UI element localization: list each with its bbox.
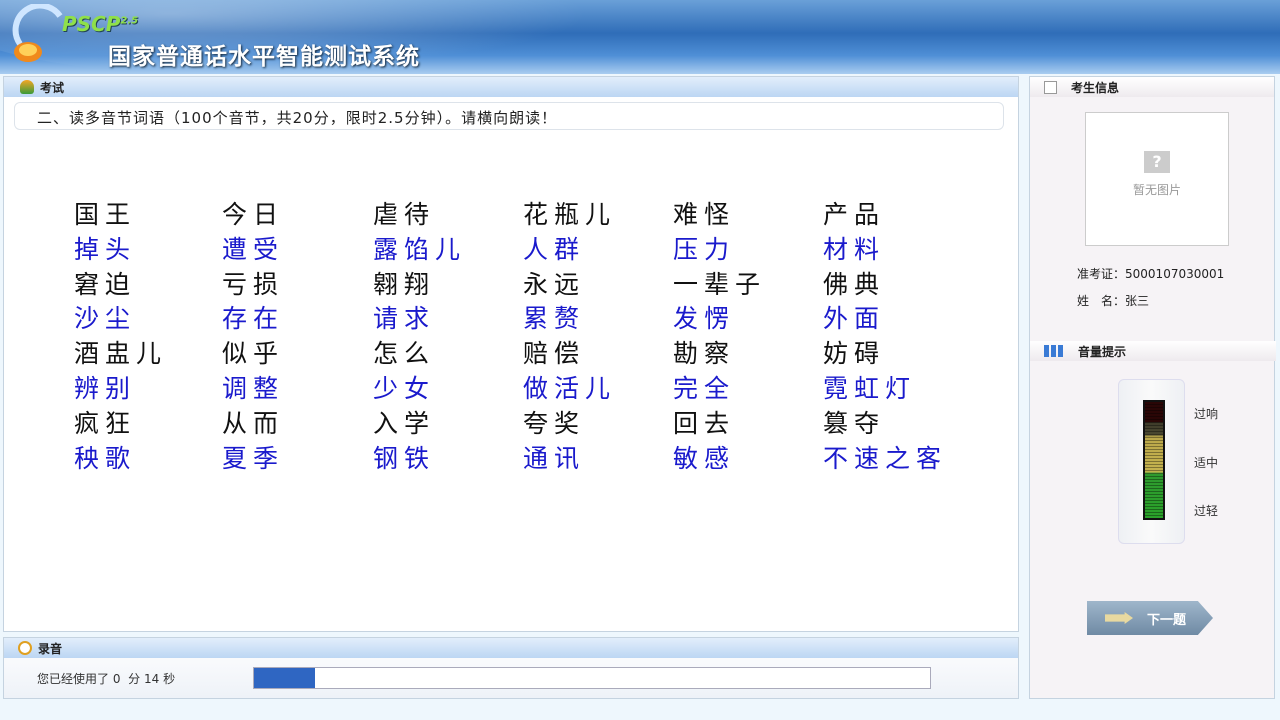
word-item: 存在 [222, 304, 285, 334]
recording-progress-bar [253, 667, 931, 689]
image-placeholder-icon: ? [1144, 151, 1170, 173]
word-item: 夏季 [222, 443, 285, 473]
next-question-button[interactable]: 下一题 [1087, 601, 1213, 635]
volume-label-quiet: 过轻 [1194, 504, 1219, 518]
word-item: 敏感 [673, 443, 736, 473]
word-item: 勘察 [673, 339, 736, 369]
candidate-panel-title: 考生信息 [1071, 80, 1120, 95]
word-item: 压力 [673, 234, 736, 264]
word-item: 亏损 [222, 269, 285, 299]
volume-meter [1143, 400, 1165, 520]
volume-label-loud: 过响 [1194, 407, 1219, 421]
word-item: 发愣 [673, 304, 736, 334]
word-item: 翱翔 [373, 269, 436, 299]
volume-meter-box [1118, 379, 1185, 544]
next-button-label: 下一题 [1147, 612, 1187, 628]
word-item: 似乎 [222, 339, 285, 369]
photo-placeholder-text: 暂无图片 [1132, 183, 1181, 197]
exam-id: 准考证：5000107030001 [1077, 267, 1225, 281]
word-item: 辨别 [74, 374, 137, 403]
word-item: 永远 [523, 269, 586, 299]
word-item: 怎么 [373, 339, 436, 369]
word-item: 篡夺 [823, 408, 886, 438]
word-item: 外面 [823, 304, 886, 334]
candidate-name: 姓 名：张三 [1077, 294, 1150, 308]
exam-panel-title: 考试 [40, 80, 65, 95]
word-item: 霓虹灯 [823, 374, 917, 403]
word-item: 一辈子 [673, 269, 767, 299]
word-item: 露馅儿 [373, 234, 467, 264]
headset-logo-icon [12, 4, 63, 62]
brand-logo: PSCP2.5 [62, 12, 139, 36]
volume-panel-header: 音量提示 [1030, 341, 1276, 361]
word-item: 赔偿 [523, 339, 586, 369]
word-item: 窘迫 [74, 269, 137, 299]
word-item: 夸奖 [523, 408, 586, 438]
word-item: 今日 [222, 200, 285, 229]
word-item: 沙尘 [74, 304, 137, 334]
progress-fill [254, 668, 315, 688]
candidate-panel-header: 考生信息 [1030, 77, 1274, 97]
arrow-right-icon [1105, 612, 1133, 624]
elapsed-time: 您已经使用了 0 分 14 秒 [37, 672, 176, 686]
app-title: 国家普通话水平智能测试系统 [108, 44, 420, 70]
recording-panel-header: 录音 [4, 638, 1018, 658]
word-item: 累赘 [523, 304, 586, 334]
exam-panel: 考试 二、读多音节词语（100个音节，共20分，限时2.5分钟）。请横向朗读！ … [3, 76, 1019, 632]
word-item: 人群 [523, 234, 586, 264]
instruction-text: 二、读多音节词语（100个音节，共20分，限时2.5分钟）。请横向朗读！ [14, 102, 1004, 130]
word-item: 产品 [823, 200, 886, 229]
word-item: 秧歌 [74, 443, 137, 473]
word-item: 通讯 [523, 443, 586, 473]
word-item: 虐待 [373, 200, 436, 229]
word-item: 完全 [673, 374, 736, 403]
word-item: 难怪 [673, 200, 736, 229]
app-header: PSCP2.5 国家普通话水平智能测试系统 [0, 0, 1280, 74]
word-item: 不速之客 [823, 443, 948, 473]
word-item: 请求 [373, 304, 436, 334]
examinee-icon [20, 80, 34, 94]
word-item: 酒盅儿 [74, 339, 168, 369]
volume-bars-icon [1044, 345, 1064, 357]
word-item: 做活儿 [523, 374, 617, 403]
word-item: 疯狂 [74, 408, 137, 438]
word-item: 入学 [373, 408, 436, 438]
exam-panel-header: 考试 [4, 77, 1018, 97]
word-item: 遭受 [222, 234, 285, 264]
clock-icon [18, 641, 32, 655]
volume-panel-title: 音量提示 [1078, 344, 1127, 359]
recording-panel: 录音 您已经使用了 0 分 14 秒 [3, 637, 1019, 699]
word-item: 从而 [222, 408, 285, 438]
side-panel: 考生信息 ? 暂无图片 准考证：5000107030001 姓 名：张三 音量提… [1029, 76, 1276, 699]
word-item: 材料 [823, 234, 886, 264]
word-item: 花瓶儿 [523, 200, 617, 229]
word-item: 少女 [373, 374, 436, 403]
word-item: 掉头 [74, 234, 137, 264]
word-item: 国王 [74, 200, 137, 229]
word-item: 妨碍 [823, 339, 886, 369]
info-card-icon [1044, 80, 1057, 94]
recording-panel-title: 录音 [38, 641, 63, 656]
volume-label-medium: 适中 [1194, 456, 1219, 470]
word-item: 调整 [222, 374, 285, 403]
word-item: 钢铁 [373, 443, 436, 473]
word-item: 回去 [673, 408, 736, 438]
candidate-photo: ? 暂无图片 [1085, 112, 1229, 246]
word-item: 佛典 [823, 269, 886, 299]
